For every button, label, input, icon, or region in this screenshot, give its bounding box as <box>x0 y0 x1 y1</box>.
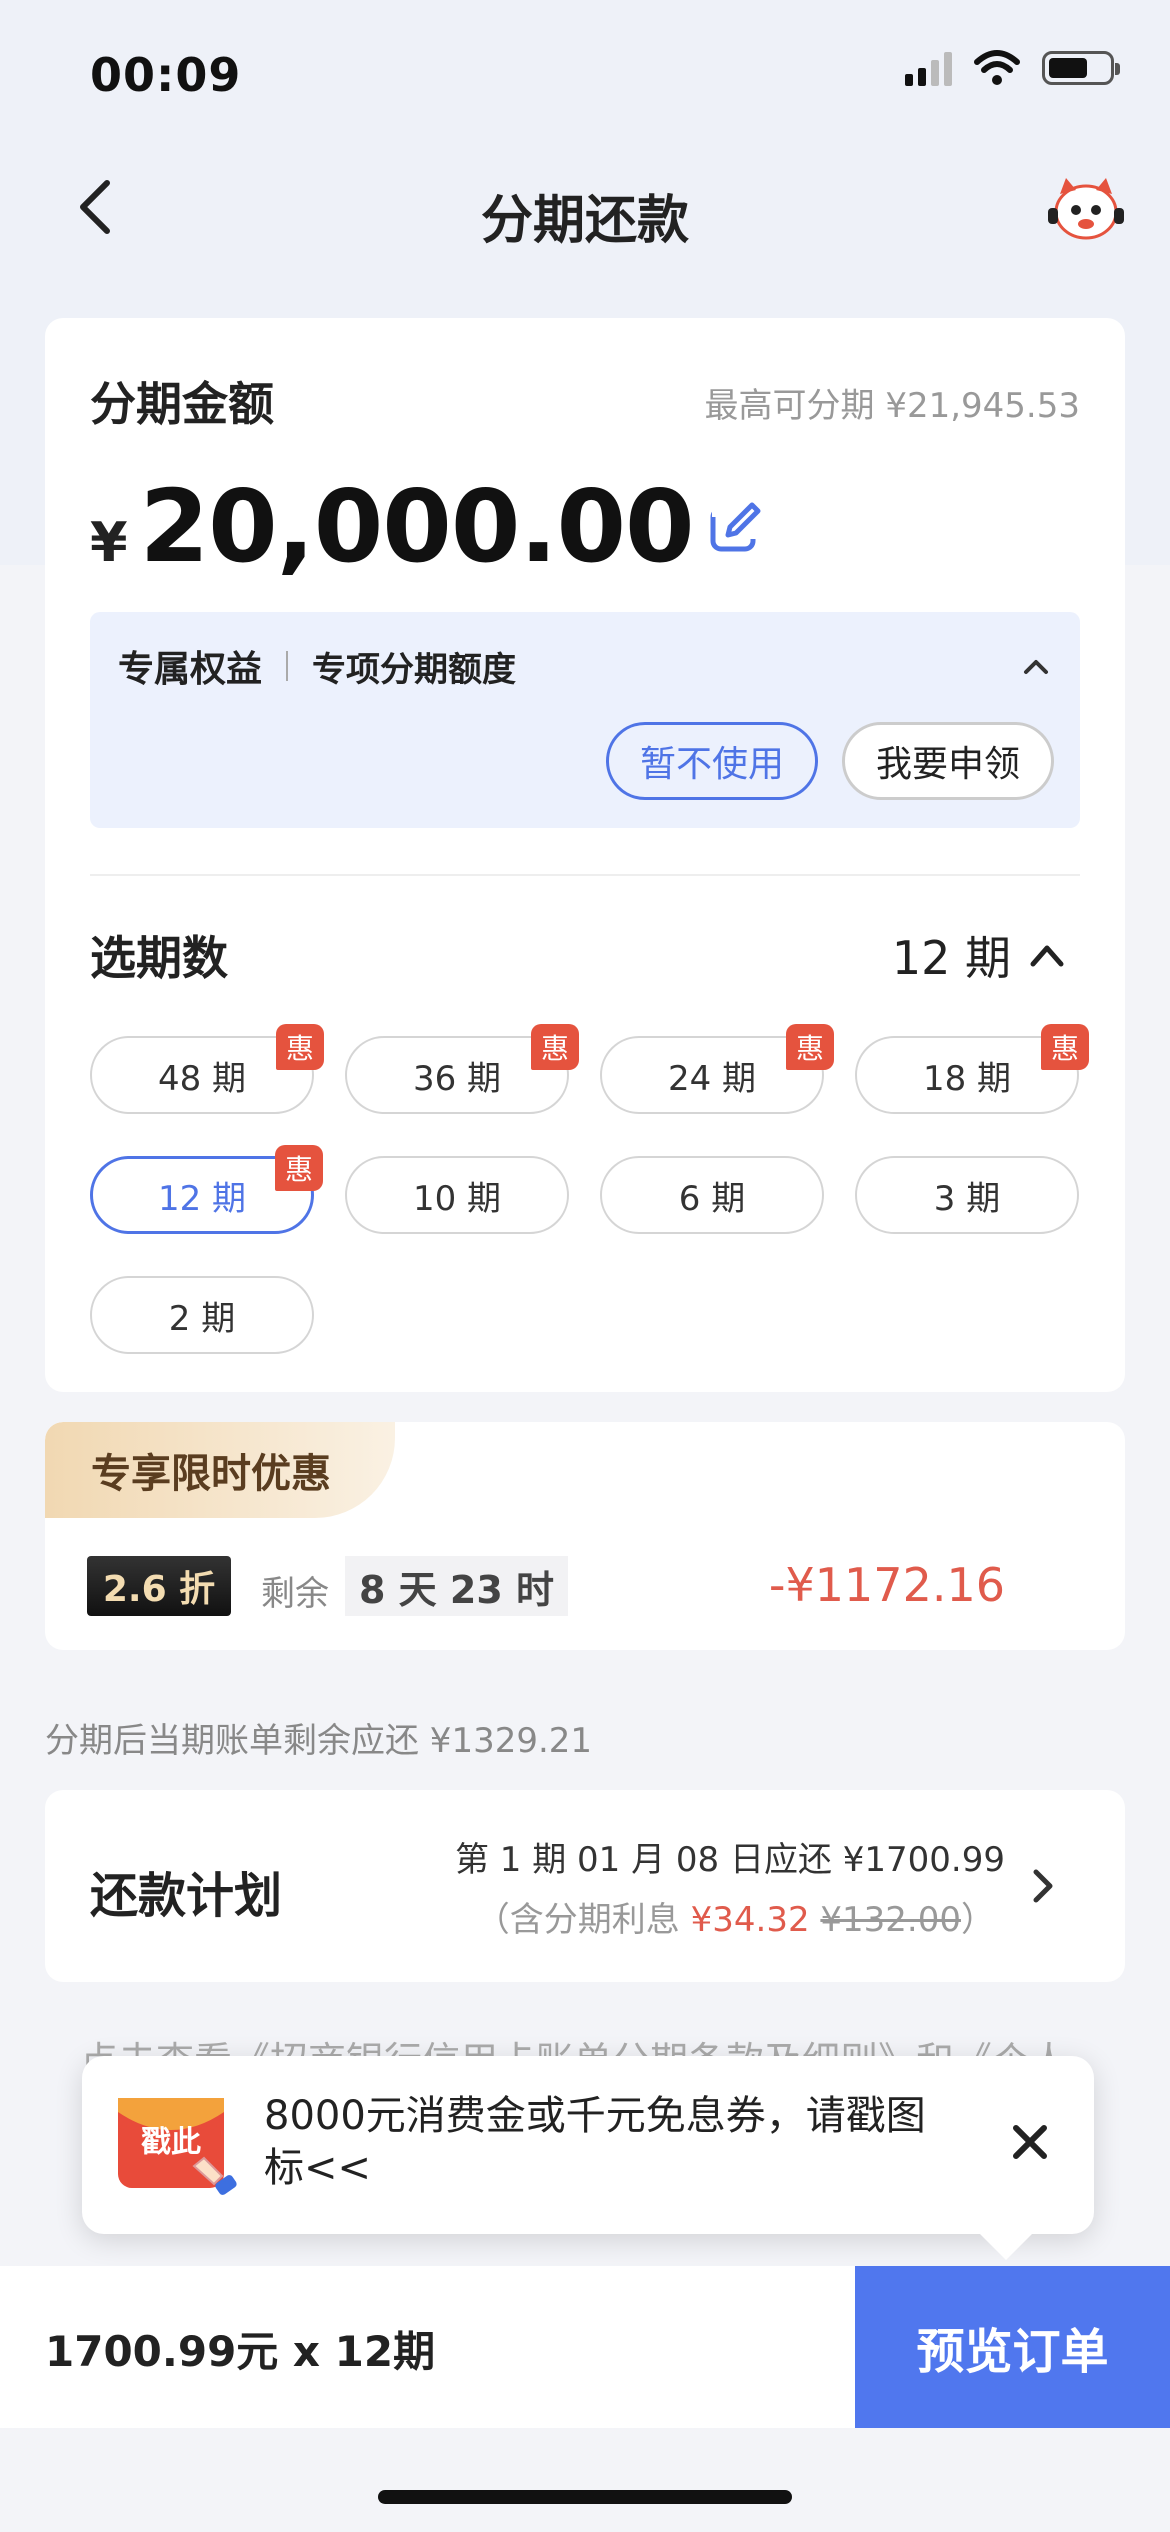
page-title: 分期还款 <box>480 191 689 251</box>
period-selector-label: 选期数 <box>90 931 228 985</box>
battery-icon <box>1042 51 1120 85</box>
close-icon[interactable] <box>1006 2118 1054 2166</box>
installment-amount-card: 分期金额 最高可分期 ¥21,945.53 ¥ 20,000.00 专属权益 专… <box>45 318 1125 1392</box>
amount-value: ¥ 20,000.00 <box>90 468 764 585</box>
envelope-label: 戳此 <box>141 2125 201 2160</box>
promo-popup: 戳此 8000元消费金或千元免息券，请戳图标<< <box>82 2056 1094 2260</box>
period-option-label: 24 期 <box>667 1058 757 1099</box>
collapse-chevron-up-icon[interactable] <box>1016 652 1056 682</box>
divider <box>90 874 1080 876</box>
status-time: 00:09 <box>90 48 242 102</box>
benefit-separator <box>286 651 289 681</box>
discount-amount: -¥1172.16 <box>768 1558 1005 1612</box>
popup-message: 8000元消费金或千元免息券，请戳图标<< <box>264 2093 926 2191</box>
discount-rate-badge: 2.6 折 <box>87 1556 231 1616</box>
benefit-title: 专属权益 专项分期额度 <box>118 640 516 692</box>
amount-number: 20,000.00 <box>139 468 695 585</box>
period-option-label: 10 期 <box>412 1178 502 1219</box>
period-option-24[interactable]: 24 期 惠 <box>600 1024 834 1114</box>
repayment-plan-card[interactable]: 还款计划 第 1 期 01 月 08 日应还 ¥1700.99 （含分期利息 ¥… <box>45 1790 1125 1982</box>
period-option-48[interactable]: 48 期 惠 <box>90 1024 324 1114</box>
discount-badge: 惠 <box>531 1024 579 1070</box>
discount-badge: 惠 <box>1041 1024 1089 1070</box>
exclusive-benefit-panel: 专属权益 专项分期额度 暂不使用 我要申领 <box>90 612 1080 828</box>
page: 00:09 分期还款 分期金额 最高可分期 ¥21,945.53 ¥ 20,00… <box>0 0 1170 2532</box>
max-installment-text: 最高可分期 ¥21,945.53 <box>704 386 1080 426</box>
period-option-label: 12 期 <box>157 1178 247 1219</box>
limited-offer-tag: 专享限时优惠 <box>45 1422 395 1518</box>
period-option-label: 48 期 <box>157 1058 247 1099</box>
current-period-value: 12 期 <box>891 931 1011 985</box>
claim-benefit-button[interactable]: 我要申领 <box>842 722 1054 800</box>
period-option-18[interactable]: 18 期 惠 <box>855 1024 1089 1114</box>
period-option-10[interactable]: 10 期 <box>345 1156 569 1234</box>
period-option-36[interactable]: 36 期 惠 <box>345 1024 579 1114</box>
remaining-label: 剩余 <box>261 1574 329 1614</box>
limited-offer-card: 专享限时优惠 2.6 折 剩余 8 天 23 时 -¥1172.16 <box>45 1422 1125 1650</box>
status-bar: 00:09 <box>0 0 1170 140</box>
currency-symbol: ¥ <box>90 511 128 574</box>
bottom-bar: 1700.99元 x 12期 预览订单 <box>0 2266 1170 2428</box>
cellular-signal-icon <box>905 50 952 86</box>
preview-order-button[interactable]: 预览订单 <box>855 2266 1170 2428</box>
benefit-title-text: 专属权益 <box>118 649 263 690</box>
amount-label: 分期金额 <box>90 377 274 431</box>
edit-icon[interactable] <box>708 499 764 555</box>
period-option-6[interactable]: 6 期 <box>600 1156 824 1234</box>
nav-bar: 分期还款 <box>0 150 1170 265</box>
benefit-subtitle: 专项分期额度 <box>312 649 517 690</box>
mascot-service-icon[interactable] <box>1046 172 1126 244</box>
red-envelope-icon[interactable]: 戳此 <box>110 2092 240 2202</box>
chevron-up-icon <box>1030 945 1064 967</box>
period-option-label: 18 期 <box>922 1058 1012 1099</box>
original-interest: ¥132.00 <box>820 1900 961 1940</box>
status-icons <box>905 50 1120 86</box>
period-option-3[interactable]: 3 期 <box>855 1156 1079 1234</box>
interest-prefix: （含分期利息 <box>475 1900 680 1940</box>
period-option-label: 2 期 <box>168 1298 236 1339</box>
discount-badge: 惠 <box>276 1024 324 1070</box>
interest-amount: ¥34.32 <box>690 1900 810 1940</box>
period-option-label: 6 期 <box>678 1178 746 1219</box>
discount-badge: 惠 <box>275 1145 323 1191</box>
payment-summary: 1700.99元 x 12期 <box>45 2327 436 2376</box>
first-payment-text: 第 1 期 01 月 08 日应还 ¥1700.99 <box>454 1840 1005 1880</box>
repayment-plan-label: 还款计划 <box>90 1868 283 1924</box>
discount-badge: 惠 <box>786 1024 834 1070</box>
remaining-bill-text: 分期后当期账单剩余应还 ¥1329.21 <box>45 1721 593 1761</box>
decline-benefit-button[interactable]: 暂不使用 <box>606 722 818 800</box>
period-option-label: 3 期 <box>933 1178 1001 1219</box>
period-current-toggle[interactable]: 12 期 <box>892 922 1065 988</box>
period-option-12[interactable]: 12 期 惠 <box>90 1145 323 1234</box>
interest-text: （含分期利息 ¥34.32 ¥132.00） <box>476 1892 995 1941</box>
period-option-label: 36 期 <box>412 1058 502 1099</box>
chevron-right-icon <box>1033 1869 1053 1903</box>
wifi-icon <box>974 50 1020 85</box>
remaining-time: 8 天 23 时 <box>345 1556 569 1616</box>
period-option-2[interactable]: 2 期 <box>90 1276 314 1354</box>
home-indicator <box>378 2490 792 2504</box>
interest-suffix: ） <box>961 1900 995 1940</box>
